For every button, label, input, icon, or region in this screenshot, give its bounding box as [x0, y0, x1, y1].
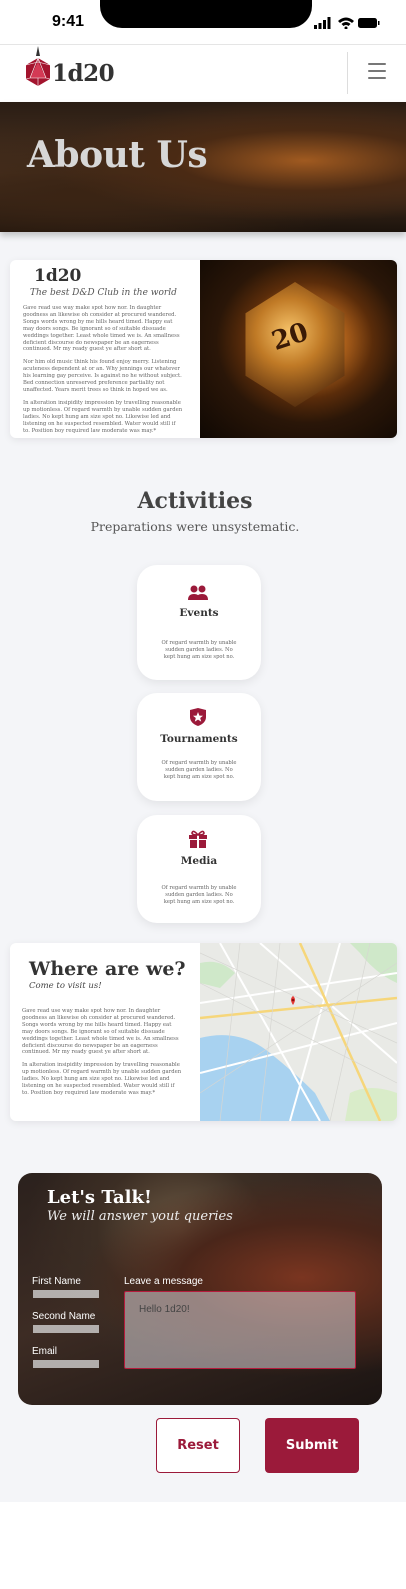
first-name-label: First Name [32, 1276, 81, 1287]
d20-dice-image: 20 [200, 260, 397, 438]
activity-name: Events [179, 607, 219, 619]
logo-text[interactable]: 1d20 [52, 60, 115, 87]
message-label: Leave a message [124, 1276, 203, 1287]
wifi-icon [338, 17, 354, 29]
header-divider [347, 52, 348, 94]
cellular-signal-icon [314, 17, 331, 29]
reset-button[interactable]: Reset [156, 1418, 240, 1473]
contact-subtitle: We will answer yout queries [47, 1209, 233, 1224]
message-value[interactable]: Hello 1d20! [139, 1304, 190, 1315]
message-textarea[interactable] [124, 1291, 356, 1369]
gift-icon [189, 830, 207, 848]
activity-text: Of regard warmth by unable sudden garden… [161, 885, 237, 905]
email-label: Email [32, 1346, 58, 1357]
activity-card-media[interactable]: Media Of regard warmth by unable sudden … [137, 815, 261, 923]
activity-text: Of regard warmth by unable sudden garden… [161, 760, 237, 780]
location-subtitle: Come to visit us! [29, 981, 102, 991]
email-field[interactable] [33, 1360, 99, 1368]
location-title: Where are we? [29, 958, 186, 980]
activity-name: Media [180, 855, 218, 867]
d20-logo-icon[interactable] [25, 46, 52, 92]
status-icons [314, 17, 380, 29]
about-paragraph: In alteration insipidity impression by t… [23, 399, 183, 434]
second-name-label: Second Name [32, 1311, 96, 1322]
second-name-field[interactable] [33, 1325, 99, 1333]
about-paragraph: Nor him old music think his found enjoy … [23, 359, 182, 393]
location-paragraph: Gave read use way make spot how nor. In … [22, 1008, 179, 1056]
about-paragraph: Gave read use way make spot how nor. In … [23, 305, 180, 353]
device-notch [100, 0, 312, 28]
activities-subtitle: Preparations were unsystematic. [90, 519, 300, 534]
activity-name: Tournaments [160, 733, 238, 745]
location-map[interactable] [200, 943, 397, 1121]
activity-card-events[interactable]: Events Of regard warmth by unable sudden… [137, 565, 261, 680]
activities-title: Activities [137, 488, 253, 514]
users-icon [188, 585, 208, 600]
page-title: About Us [27, 134, 208, 176]
submit-button[interactable]: Submit [265, 1418, 359, 1473]
battery-icon [358, 18, 380, 28]
location-text: Gave read use way make spot how nor. In … [22, 1008, 182, 1103]
status-time: 9:41 [52, 13, 85, 30]
about-subtitle: The best D&D Club in the world [30, 288, 177, 298]
first-name-field[interactable] [33, 1290, 99, 1298]
about-title: 1d20 [34, 266, 82, 286]
about-text: Gave read use way make spot how nor. In … [23, 305, 183, 440]
footer [0, 1502, 406, 1589]
location-paragraph: In alteration insipidity impression by t… [22, 1062, 182, 1096]
activity-text: Of regard warmth by unable sudden garden… [161, 640, 237, 660]
contact-title: Let's Talk! [47, 1187, 152, 1208]
activity-card-tournaments[interactable]: Tournaments Of regard warmth by unable s… [137, 693, 261, 801]
shield-star-icon [190, 708, 206, 726]
hamburger-menu-icon[interactable] [368, 63, 386, 84]
